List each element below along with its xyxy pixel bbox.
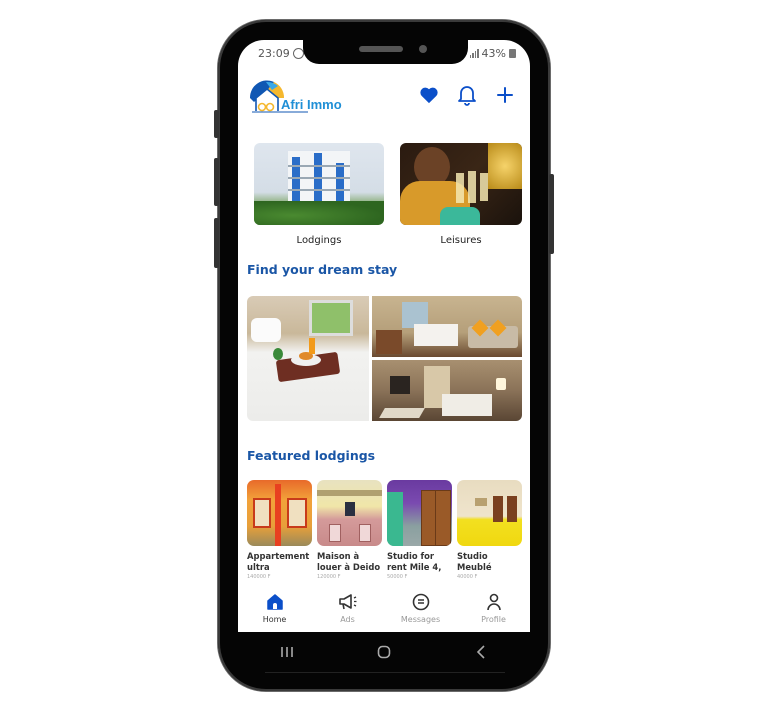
battery-percent: 43% (481, 47, 506, 60)
lodging-image (317, 480, 382, 546)
lodging-image (457, 480, 522, 546)
featured-lodgings-list: Appartement ultra moderne... 140000 F Ma… (247, 480, 522, 580)
category-leisures[interactable]: Leisures (400, 143, 522, 246)
message-icon (412, 593, 429, 611)
bedroom-sofa-image (372, 296, 522, 357)
nav-messages[interactable]: Messages (384, 584, 457, 632)
home-icon (266, 594, 283, 610)
system-home-button[interactable] (369, 640, 399, 664)
system-home-icon (377, 645, 391, 659)
category-label: Lodgings (296, 235, 342, 246)
status-time: 23:09 (258, 47, 290, 60)
bell-icon (458, 86, 476, 106)
app-logo[interactable]: Afri Immo (248, 76, 348, 116)
lodgings-image (254, 143, 384, 225)
lodging-image (387, 480, 452, 546)
lodging-card[interactable]: Maison à louer à Deido Douala 120000 F (317, 480, 382, 580)
nav-label: Messages (400, 615, 441, 624)
lodging-image (247, 480, 312, 546)
volume-down-button (214, 218, 219, 268)
front-camera (419, 45, 427, 53)
lodging-title: Studio for rent Mile 4, Limbe, ... (387, 551, 442, 572)
person-icon (486, 593, 501, 611)
dream-stay-collage[interactable] (247, 296, 522, 421)
recent-apps-button[interactable] (272, 640, 302, 664)
app-name: Afri Immo (281, 97, 342, 112)
lodging-title: Appartement ultra moderne... (247, 551, 310, 572)
lodging-card[interactable]: Studio Meublé 40000 F (457, 480, 522, 580)
lodging-price: 50000 F (387, 574, 408, 580)
status-bar-right: 43% (469, 47, 516, 60)
favorites-button[interactable] (418, 84, 440, 106)
divider (265, 672, 505, 673)
power-button (549, 174, 554, 254)
megaphone-icon (338, 594, 356, 610)
category-label: Leisures (440, 235, 482, 246)
nav-profile[interactable]: Profile (457, 584, 530, 632)
battery-icon (509, 49, 516, 58)
volume-up-button (214, 158, 219, 206)
lodging-title: Maison à louer à Deido Douala (317, 551, 381, 572)
leisures-image (400, 143, 522, 225)
heart-icon (420, 87, 438, 104)
lodging-card[interactable]: Appartement ultra moderne... 140000 F (247, 480, 312, 580)
system-navigation-bar (238, 632, 530, 672)
dream-stay-title: Find your dream stay (247, 262, 398, 277)
category-lodgings[interactable]: Lodgings (254, 143, 384, 246)
lodging-price: 120000 F (317, 574, 341, 580)
app-screen: 23:09 43% Afri Immo Lodgings Leisures Fi… (238, 40, 530, 632)
whatsapp-icon (292, 48, 304, 59)
bedroom-tray-image (247, 296, 369, 421)
hotel-room-image (372, 360, 522, 421)
app-header: Afri Immo (238, 74, 530, 118)
add-listing-button[interactable] (494, 84, 516, 106)
featured-lodgings-title: Featured lodgings (247, 448, 376, 463)
nav-label: Ads (340, 615, 355, 624)
lodging-price: 40000 F (457, 574, 478, 580)
nav-label: Profile (481, 615, 506, 624)
side-button (214, 110, 219, 138)
speaker-grille (359, 46, 403, 52)
recent-apps-icon (280, 647, 293, 657)
lodging-card[interactable]: Studio for rent Mile 4, Limbe, ... 50000… (387, 480, 452, 580)
signal-icon (469, 49, 479, 58)
nav-home[interactable]: Home (238, 584, 311, 632)
notifications-button[interactable] (456, 84, 478, 106)
back-chevron-icon (477, 645, 485, 659)
lodging-title: Studio Meublé (457, 551, 492, 572)
system-back-button[interactable] (466, 640, 496, 664)
plus-icon (497, 87, 513, 103)
status-bar-left: 23:09 (258, 47, 304, 60)
bottom-navigation: Home Ads Messages Profile (238, 584, 530, 632)
nav-ads[interactable]: Ads (311, 584, 384, 632)
nav-label: Home (262, 615, 287, 624)
phone-notch (303, 38, 468, 64)
lodging-price: 140000 F (247, 574, 271, 580)
